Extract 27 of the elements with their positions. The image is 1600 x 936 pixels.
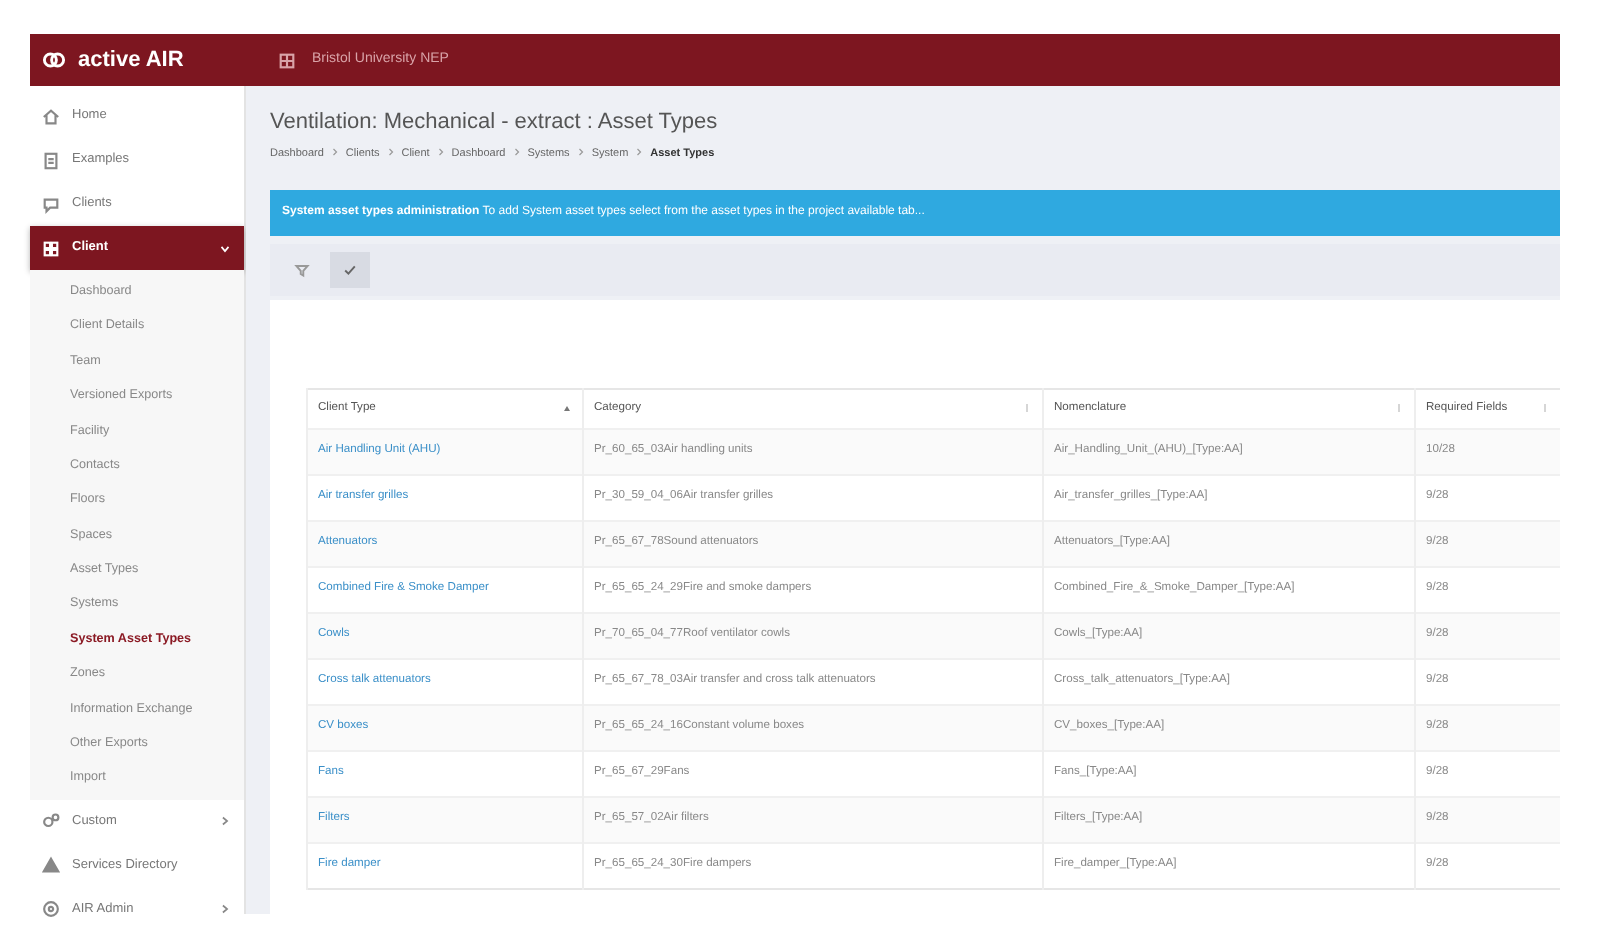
chevron-icon	[435, 145, 446, 157]
chevron-icon	[218, 814, 232, 829]
warning-icon	[42, 856, 60, 875]
page-title: Ventilation: Mechanical - extract : Asset Types	[270, 108, 720, 138]
chevron-icon	[385, 145, 396, 157]
chevron-icon	[329, 145, 340, 157]
chevron-icon	[511, 145, 522, 157]
sort-icon	[1394, 402, 1404, 415]
home-icon	[42, 107, 60, 125]
gears-icon	[42, 812, 60, 831]
chevron-icon	[575, 145, 586, 157]
chevron-icon	[218, 241, 232, 255]
tab[interactable]	[330, 251, 370, 288]
circle-icon	[42, 900, 60, 919]
grid-icon	[278, 51, 296, 69]
logo-icon	[42, 48, 66, 72]
sort-icon	[1022, 402, 1032, 415]
filter-icon	[294, 261, 310, 278]
sort-icon	[1540, 402, 1550, 415]
document-icon	[42, 151, 60, 169]
grid-icon	[42, 239, 60, 257]
brand-name: active AIR	[78, 45, 184, 76]
chevron-icon	[634, 145, 645, 157]
sort-ascending-icon	[562, 403, 572, 414]
chat-icon	[42, 195, 60, 213]
check-icon	[342, 261, 358, 278]
chevron-icon	[218, 902, 232, 917]
